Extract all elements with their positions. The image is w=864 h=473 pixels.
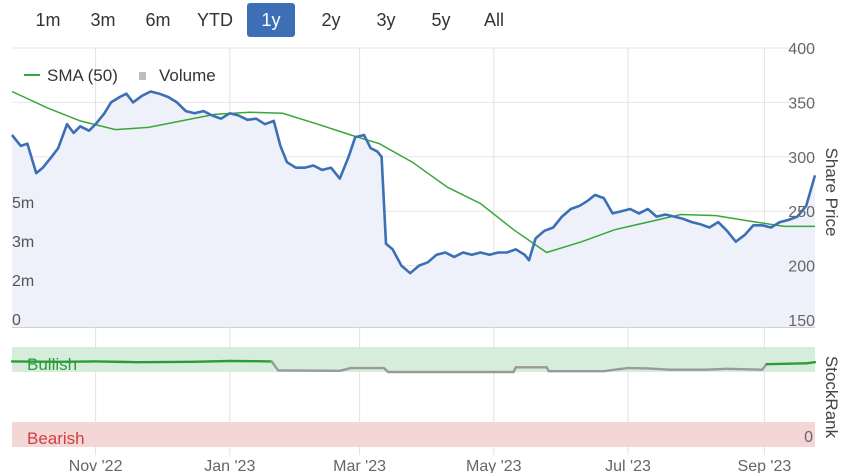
legend-volume-swatch <box>139 72 146 80</box>
stockrank-tick-label: 0 <box>804 429 813 446</box>
date-tick-label: Mar '23 <box>333 458 386 473</box>
stockrank-segment <box>725 367 764 371</box>
stockrank-axis-title: StockRank <box>822 356 841 439</box>
stockrank-segment <box>94 360 139 364</box>
legend: SMA (50) Volume <box>24 66 216 85</box>
share-price-axis-title: Share Price <box>822 148 841 237</box>
stockrank-segment <box>765 362 808 366</box>
bullish-label: Bullish <box>27 355 77 374</box>
volume-tick-label: 3m <box>12 234 34 251</box>
legend-sma-label[interactable]: SMA (50) <box>47 66 118 85</box>
price-area <box>12 91 815 327</box>
stockrank-segment <box>191 359 232 363</box>
date-tick-label: Sep '23 <box>738 458 792 473</box>
date-tick-label: Jan '23 <box>204 458 255 473</box>
date-axis: Nov '22 Jan '23 Mar '23 May '23 Jul '23 Sep '… <box>69 458 792 473</box>
bullish-band <box>12 347 815 372</box>
date-tick-label: Jul '23 <box>605 458 651 473</box>
stock-chart: 150 200 250 300 350 400 0 2m 3m 5m Bullish Bearis… <box>10 41 841 473</box>
price-tick-label: 300 <box>788 150 815 167</box>
price-tick-label: 150 <box>788 313 815 330</box>
stockrank-segment <box>703 367 729 371</box>
volume-tick-label: 0 <box>12 312 21 329</box>
bearish-label: Bearish <box>27 429 85 448</box>
date-tick-label: May '23 <box>466 458 522 473</box>
bearish-band <box>12 422 815 447</box>
stockrank-panel: Bullish Bearish 0 <box>10 347 817 448</box>
stockrank-segment <box>646 367 671 371</box>
volume-tick-label: 5m <box>12 195 34 212</box>
date-tick-label: Nov '22 <box>69 458 123 473</box>
stockrank-segment <box>805 360 817 365</box>
price-tick-label: 250 <box>788 204 815 221</box>
price-tick-label: 200 <box>788 259 815 276</box>
legend-volume-label[interactable]: Volume <box>159 66 216 85</box>
price-area-fill <box>12 91 815 327</box>
volume-tick-label: 2m <box>12 273 34 290</box>
stockrank-segment <box>613 366 630 371</box>
price-tick-label: 400 <box>788 41 815 58</box>
price-tick-label: 350 <box>788 95 815 112</box>
stockrank-segment <box>602 368 616 373</box>
